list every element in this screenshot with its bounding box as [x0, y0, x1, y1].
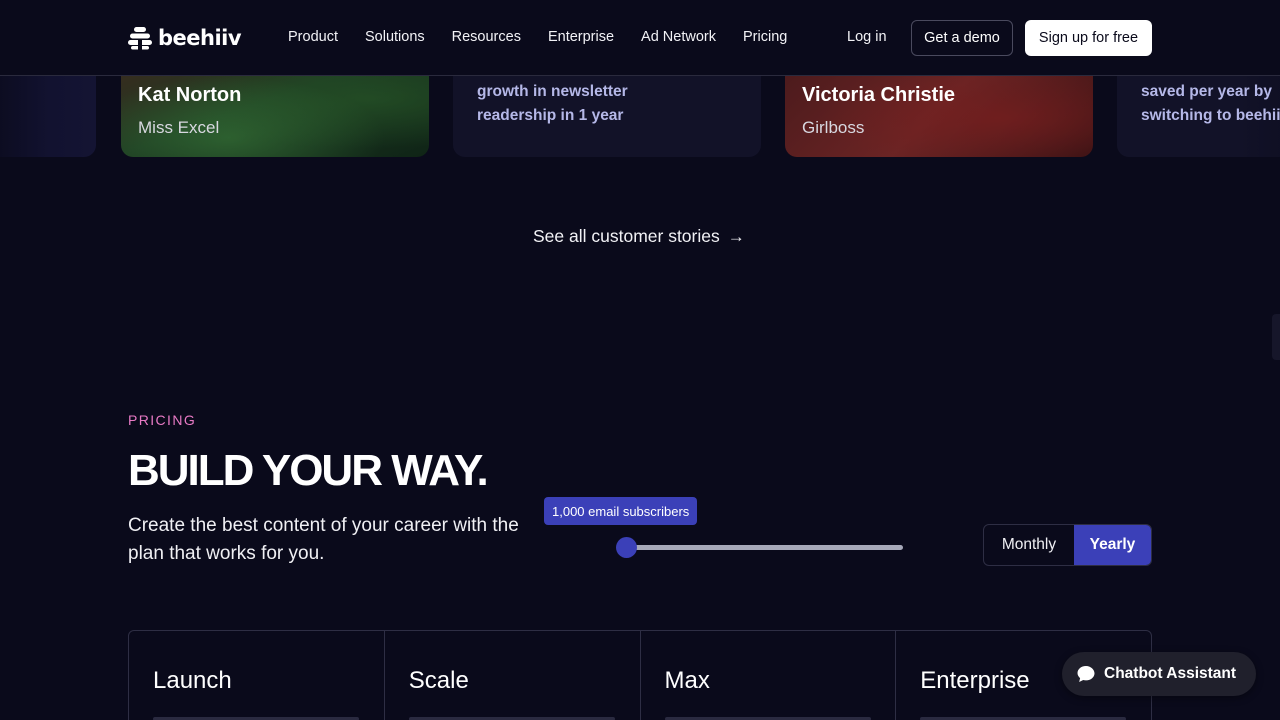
- login-link[interactable]: Log in: [847, 29, 887, 45]
- plan-card-scale: Scale: [385, 631, 641, 720]
- subscriber-slider-thumb[interactable]: [616, 537, 637, 558]
- subscriber-slider-tooltip: 1,000 email subscribers: [544, 497, 698, 525]
- billing-monthly-option[interactable]: Monthly: [984, 525, 1074, 565]
- story-card-stat-text: growth in newsletter readership in 1 yea…: [477, 83, 628, 124]
- chat-bubble-icon: [1077, 666, 1095, 682]
- signup-button[interactable]: Sign up for free: [1025, 20, 1152, 56]
- main-nav: Product Solutions Resources Enterprise A…: [288, 29, 814, 45]
- story-card-name: Victoria Christie: [802, 84, 956, 106]
- plan-name: Scale: [408, 667, 469, 694]
- story-card-company: Girlboss: [802, 118, 865, 137]
- carousel-edge-handle: [1272, 314, 1280, 360]
- nav-ad-network[interactable]: Ad Network: [641, 29, 716, 45]
- subscriber-slider-track[interactable]: [627, 545, 903, 550]
- plan-card-max: Max: [641, 631, 897, 720]
- nav-pricing[interactable]: Pricing: [743, 29, 787, 45]
- nav-resources[interactable]: Resources: [452, 29, 521, 45]
- nav-product[interactable]: Product: [288, 29, 338, 45]
- billing-period-toggle: Monthly Yearly: [983, 524, 1152, 566]
- story-card-company: Miss Excel: [138, 118, 220, 137]
- see-all-stories-link[interactable]: See all customer stories →: [533, 226, 745, 247]
- logo-text: beehiiv: [158, 26, 242, 50]
- plan-name: Enterprise: [920, 667, 1030, 694]
- top-navbar: beehiiv Product Solutions Resources Ente…: [0, 0, 1280, 76]
- plan-name: Max: [664, 667, 710, 694]
- pricing-headline: BUILD YOUR WAY.: [128, 446, 489, 495]
- arrow-right-icon: →: [727, 226, 745, 246]
- story-card-stat-text: saved per year by switching to beehiiv: [1141, 83, 1280, 124]
- beehiiv-logo[interactable]: beehiiv: [128, 24, 242, 52]
- story-card-name: Kat Norton: [138, 84, 242, 106]
- pricing-eyebrow: PRICING: [128, 412, 197, 428]
- chatbot-label: Chatbot Assistant: [1104, 665, 1237, 682]
- nav-enterprise[interactable]: Enterprise: [548, 29, 614, 45]
- see-all-label: See all customer stories: [533, 226, 720, 246]
- get-demo-button[interactable]: Get a demo: [911, 20, 1013, 56]
- pricing-subtext: Create the best content of your career w…: [128, 515, 519, 564]
- nav-solutions[interactable]: Solutions: [365, 29, 425, 45]
- beehive-logo-icon: [128, 27, 152, 50]
- chatbot-assistant-button[interactable]: Chatbot Assistant: [1062, 652, 1256, 696]
- pricing-plans-grid: Launch Scale Max Enterprise: [128, 630, 1152, 720]
- plan-card-launch: Launch: [129, 631, 385, 720]
- plan-name: Launch: [153, 667, 232, 694]
- billing-yearly-option[interactable]: Yearly: [1073, 525, 1151, 565]
